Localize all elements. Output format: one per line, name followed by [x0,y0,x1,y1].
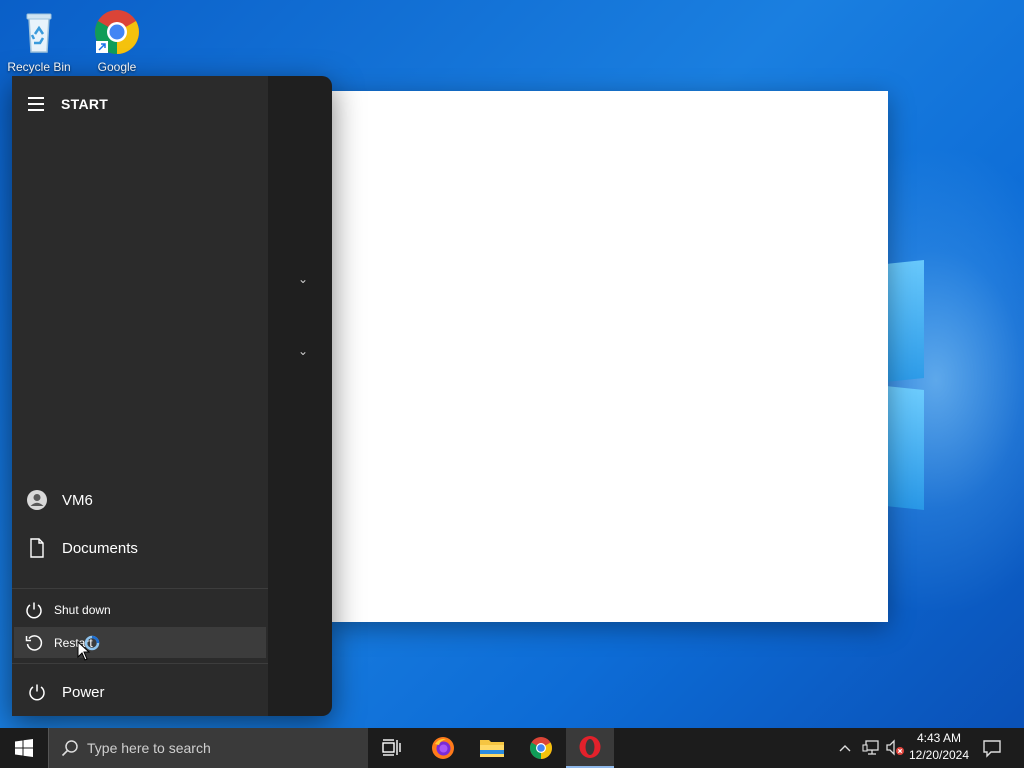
search-placeholder: Type here to search [87,740,211,756]
start-menu: START VM6 Documents Shut down Restart Po… [12,76,332,716]
chrome-icon [530,737,552,759]
start-menu-documents[interactable]: Documents [14,531,266,565]
restart-icon [24,632,44,654]
desktop-icon-label: Recycle Bin [7,60,71,74]
document-icon [26,537,48,559]
documents-label: Documents [62,539,138,557]
clock-date: 12/20/2024 [908,748,970,762]
task-view-icon [382,739,401,756]
power-label: Power [62,683,105,701]
taskbar: Type here to search 4:43 AM 12/20/2024 [0,728,1024,768]
windows-logo-upper-pane [886,260,924,382]
desktop-icon-google-chrome[interactable]: Google [82,8,152,74]
start-button[interactable] [0,728,48,768]
volume-muted-icon[interactable] [885,739,905,762]
taskbar-clock[interactable]: 4:43 AM 12/20/2024 [906,730,972,764]
shut-down-button[interactable]: Shut down [14,593,266,627]
desktop-icon-label: Google [97,60,137,74]
start-menu-header: START [28,94,108,114]
user-avatar-icon [26,489,48,511]
restart-button[interactable]: Restart [14,627,266,658]
desktop-icon-recycle-bin[interactable]: Recycle Bin [4,8,74,74]
busy-spinner-icon [84,635,100,651]
taskbar-search-box[interactable]: Type here to search [48,728,368,768]
taskbar-file-explorer[interactable] [468,728,516,768]
task-view-button[interactable] [368,728,416,768]
start-menu-nav-pane: START VM6 Documents Shut down Restart Po… [12,76,268,716]
taskbar-opera[interactable] [566,728,614,768]
power-icon [24,599,44,621]
windows-logo-icon [15,739,33,757]
start-menu-title: START [61,96,109,112]
recycle-bin-icon [15,8,63,56]
chevron-up-icon[interactable] [838,740,852,758]
network-icon[interactable] [862,739,880,762]
menu-divider [12,588,268,589]
power-icon [26,681,48,703]
user-name-label: VM6 [62,491,93,509]
folder-icon [480,740,504,757]
chevron-down-icon[interactable]: ⌄ [298,344,308,358]
windows-logo-lower-pane [886,386,924,510]
chrome-icon [93,8,141,56]
notification-icon[interactable] [982,738,1002,763]
menu-divider [12,663,268,664]
blank-app-window[interactable] [330,91,888,622]
taskbar-firefox[interactable] [419,728,467,768]
clock-time: 4:43 AM [916,731,962,745]
search-icon [61,740,78,757]
taskbar-chrome[interactable] [517,728,565,768]
opera-icon [579,736,601,758]
chevron-down-icon[interactable]: ⌄ [298,272,308,286]
firefox-icon [432,737,454,759]
hamburger-menu-icon[interactable] [28,97,46,111]
shut-down-label: Shut down [54,603,111,617]
start-menu-user-vm6[interactable]: VM6 [14,483,266,517]
power-button[interactable]: Power [14,675,266,709]
